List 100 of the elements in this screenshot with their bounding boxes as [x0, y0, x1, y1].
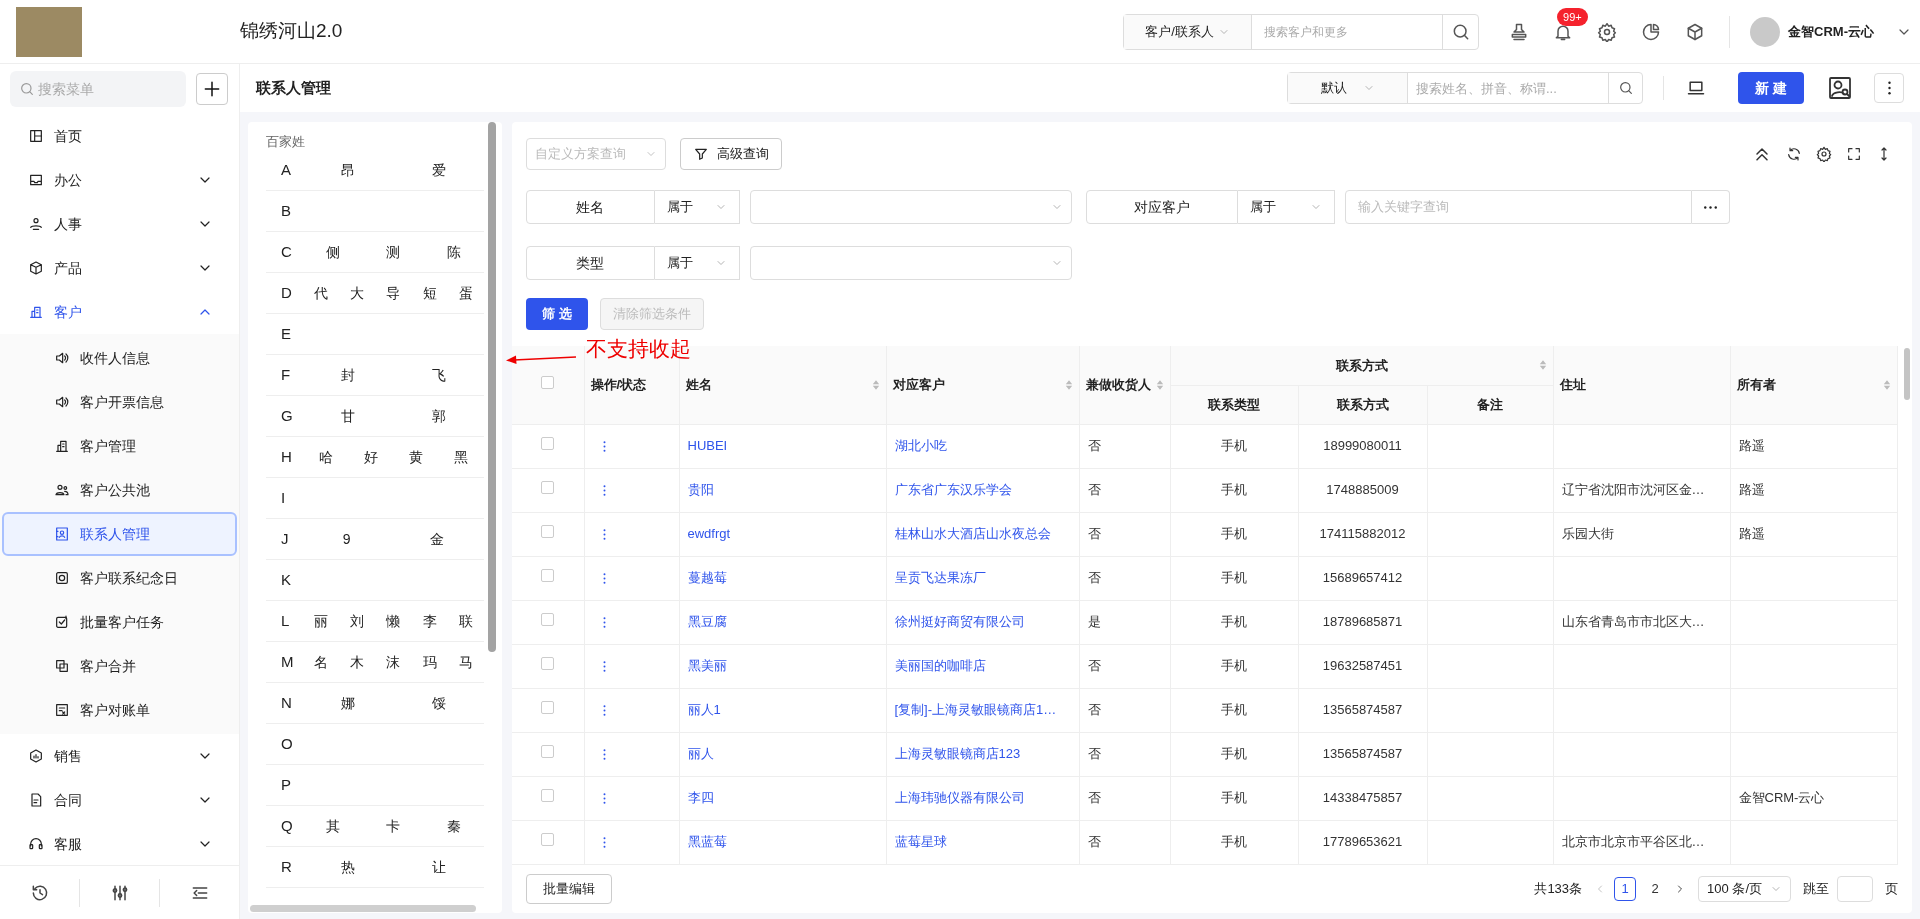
- table-link[interactable]: 广东省广东汉乐学会: [894, 482, 1012, 498]
- sidebar-item[interactable]: 产品: [0, 246, 239, 290]
- surname-link[interactable]: 让: [431, 856, 446, 878]
- sidebar-subitem[interactable]: 客户对账单: [2, 688, 237, 732]
- index-letter[interactable]: P: [281, 773, 303, 797]
- user-name[interactable]: 金智CRM-云心: [1788, 21, 1874, 42]
- table-link[interactable]: [复制]-上海灵敏眼镜商店1…: [894, 702, 1057, 718]
- surname-link[interactable]: 秦: [446, 815, 461, 837]
- more-icon[interactable]: [602, 572, 606, 584]
- table-link[interactable]: 李四: [687, 790, 714, 806]
- surname-link[interactable]: 飞: [431, 364, 446, 386]
- checkbox[interactable]: [541, 569, 555, 583]
- sidebar-subitem[interactable]: 批量客户任务: [2, 600, 237, 644]
- user-search-icon[interactable]: [1828, 76, 1852, 100]
- column-header[interactable]: 对应客户: [886, 346, 1079, 424]
- sidebar-subitem[interactable]: 客户公共池: [2, 468, 237, 512]
- table-link[interactable]: 呈贡飞达果冻厂: [894, 570, 986, 586]
- global-search-bar[interactable]: 客户/联系人 搜索客户和更多: [1123, 13, 1480, 50]
- scrollbar[interactable]: [1904, 348, 1910, 400]
- index-letter[interactable]: E: [281, 322, 303, 346]
- filter-button[interactable]: 筛 选: [526, 298, 588, 330]
- surname-link[interactable]: 哈: [318, 446, 333, 468]
- index-letter[interactable]: J: [281, 527, 303, 551]
- table-link[interactable]: ewdfrgt: [687, 526, 731, 542]
- settings-icon[interactable]: [1597, 21, 1618, 42]
- surname-link[interactable]: 玛: [422, 651, 437, 673]
- fullscreen-icon[interactable]: [1846, 146, 1862, 162]
- operator-select[interactable]: 属于: [654, 246, 740, 280]
- surname-link[interactable]: 其: [326, 815, 341, 837]
- global-search-field[interactable]: 搜索客户和更多: [1252, 14, 1443, 49]
- sidebar-subitem[interactable]: 客户合并: [2, 644, 237, 688]
- index-letter[interactable]: F: [281, 363, 303, 387]
- table-link[interactable]: 徐州挺好商贸有限公司: [894, 614, 1025, 630]
- surname-link[interactable]: 懒: [386, 610, 401, 632]
- scrollbar[interactable]: [250, 905, 476, 912]
- surname-link[interactable]: 联: [458, 610, 473, 632]
- surname-link[interactable]: 丽: [314, 610, 329, 632]
- checkbox[interactable]: [541, 376, 555, 389]
- table-link[interactable]: 黑豆腐: [687, 614, 727, 630]
- surname-link[interactable]: 马: [458, 651, 473, 673]
- checkbox[interactable]: [541, 789, 555, 803]
- surname-link[interactable]: 热: [341, 856, 356, 878]
- checkbox[interactable]: [541, 613, 555, 627]
- view-select[interactable]: 默认: [1288, 73, 1408, 103]
- surname-link[interactable]: 蛋: [458, 282, 473, 304]
- index-letter[interactable]: I: [281, 486, 303, 510]
- column-header[interactable]: 所有者: [1730, 346, 1898, 424]
- more-icon[interactable]: [602, 440, 606, 452]
- table-link[interactable]: 上海灵敏眼镜商店123: [894, 746, 1021, 762]
- surname-link[interactable]: 金: [430, 528, 445, 550]
- operator-select[interactable]: 属于: [1238, 190, 1335, 224]
- surname-link[interactable]: 甘: [341, 405, 356, 427]
- table-link[interactable]: 丽人1: [687, 702, 721, 718]
- sidebar-item[interactable]: 人事: [0, 202, 239, 246]
- surname-link[interactable]: 刘: [350, 610, 365, 632]
- sidebar-subitem[interactable]: 联系人管理: [2, 512, 237, 556]
- checkbox[interactable]: [541, 745, 555, 759]
- surname-link[interactable]: 馁: [431, 692, 446, 714]
- surname-link[interactable]: 沫: [386, 651, 401, 673]
- table-link[interactable]: 蔓越莓: [687, 570, 727, 586]
- surname-link[interactable]: 李: [422, 610, 437, 632]
- checkbox[interactable]: [541, 701, 555, 715]
- more-icon[interactable]: [602, 704, 606, 716]
- more-icon[interactable]: [602, 660, 606, 672]
- surname-link[interactable]: 好: [363, 446, 378, 468]
- pie-chart-icon[interactable]: [1641, 21, 1662, 42]
- new-button[interactable]: 新 建: [1738, 72, 1804, 104]
- surname-link[interactable]: 大: [350, 282, 365, 304]
- contact-search-bar[interactable]: 默认 搜索姓名、拼音、称谓...: [1287, 72, 1643, 104]
- sidebar-subitem[interactable]: 客户联系纪念日: [2, 556, 237, 600]
- refresh-icon[interactable]: [1786, 146, 1802, 162]
- monitor-icon[interactable]: [1686, 78, 1706, 98]
- sidebar-item[interactable]: 合同: [0, 778, 239, 822]
- index-letter[interactable]: G: [281, 404, 303, 428]
- table-link[interactable]: 湖北小吃: [894, 438, 947, 454]
- index-letter[interactable]: C: [281, 240, 303, 264]
- more-icon[interactable]: [602, 528, 606, 540]
- surname-link[interactable]: 封: [341, 364, 356, 386]
- surname-link[interactable]: 代: [314, 282, 329, 304]
- checkbox[interactable]: [541, 833, 555, 847]
- page-button[interactable]: 1: [1614, 877, 1637, 901]
- page-jump-field[interactable]: [1837, 876, 1873, 902]
- sidebar-item[interactable]: 办公: [0, 158, 239, 202]
- surname-link[interactable]: 昂: [341, 159, 356, 181]
- table-link[interactable]: 丽人: [687, 746, 714, 762]
- table-link[interactable]: 上海玮驰仪器有限公司: [894, 790, 1025, 806]
- index-letter[interactable]: A: [281, 158, 303, 182]
- surname-link[interactable]: 侧: [326, 241, 341, 263]
- index-letter[interactable]: B: [281, 199, 303, 223]
- table-link[interactable]: 蓝莓星球: [894, 834, 947, 850]
- checkbox[interactable]: [541, 657, 555, 671]
- table-link[interactable]: 黑蓝莓: [687, 834, 727, 850]
- checkbox[interactable]: [541, 481, 555, 495]
- sidebar-item[interactable]: 销售: [0, 734, 239, 778]
- surname-link[interactable]: 卡: [386, 815, 401, 837]
- surname-link[interactable]: 测: [386, 241, 401, 263]
- checkbox[interactable]: [541, 437, 555, 451]
- column-header[interactable]: 兼做收货人: [1079, 346, 1170, 424]
- index-letter[interactable]: D: [281, 281, 303, 305]
- column-group-header[interactable]: 联系方式: [1170, 346, 1553, 385]
